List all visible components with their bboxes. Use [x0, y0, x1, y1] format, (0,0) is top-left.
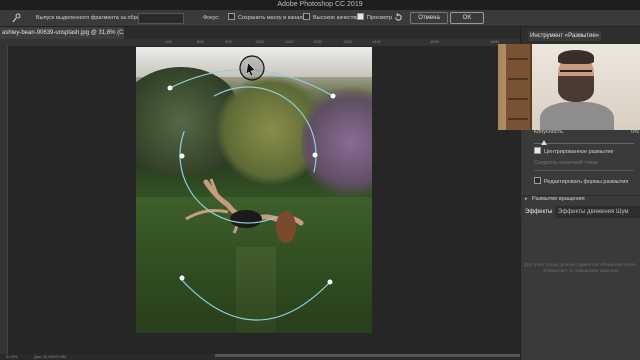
ring-handle[interactable] — [179, 275, 185, 281]
taper-slider-track[interactable] — [534, 143, 634, 144]
cam-person-glasses — [560, 70, 592, 78]
tab-effects[interactable]: Эффекты — [522, 206, 556, 218]
chevron-right-icon[interactable]: ▸ — [525, 196, 528, 202]
tab-noise[interactable]: Шум — [616, 206, 629, 218]
edit-shape-checkbox[interactable] — [534, 177, 541, 184]
centered-blur-label: Центрированное размытие — [544, 148, 614, 155]
ring-handle[interactable] — [312, 152, 318, 158]
rotation-blur-label[interactable]: Размытие вращения — [532, 196, 585, 202]
end-blur-slider[interactable] — [534, 170, 634, 171]
cam-person-body — [540, 102, 614, 130]
end-blur-label: Скорость конечной точки — [534, 160, 599, 166]
tab-motion-effects[interactable]: Эффекты движения — [558, 206, 614, 218]
horizontal-scrollbar[interactable] — [215, 354, 520, 357]
ring-handle[interactable] — [330, 93, 336, 99]
panel-header: Инструмент «Размытие» — [521, 27, 640, 44]
taper-slider-knob[interactable] — [541, 140, 547, 145]
ring-handle[interactable] — [179, 153, 185, 159]
webcam-overlay — [498, 44, 640, 130]
taper-label: Конусность — [534, 129, 563, 135]
cam-person-hair — [558, 50, 594, 64]
cam-person-beard — [558, 76, 594, 102]
blur-ring-lower[interactable] — [179, 277, 331, 321]
ring-handle[interactable] — [327, 279, 333, 285]
zoom-level[interactable]: 31,6% — [6, 354, 17, 360]
centered-blur-checkbox[interactable] — [534, 147, 541, 154]
rotation-blur-section[interactable]: ▸ Размытие вращения — [520, 195, 640, 204]
edit-shape-label: Редактировать формы размытия — [544, 178, 629, 185]
taper-value: 0% — [631, 129, 639, 135]
cam-shelf — [506, 44, 532, 130]
effects-tab-bar: Эффекты Эффекты движения Шум — [520, 206, 640, 218]
doc-info[interactable]: Док: 11,0M/29,6M — [34, 354, 66, 360]
panel-tab-blur-tool[interactable]: Инструмент «Размытие» — [528, 31, 602, 41]
ring-handle[interactable] — [167, 85, 173, 91]
effects-note: Доступно только для инструментов «Размыт… — [524, 262, 638, 273]
